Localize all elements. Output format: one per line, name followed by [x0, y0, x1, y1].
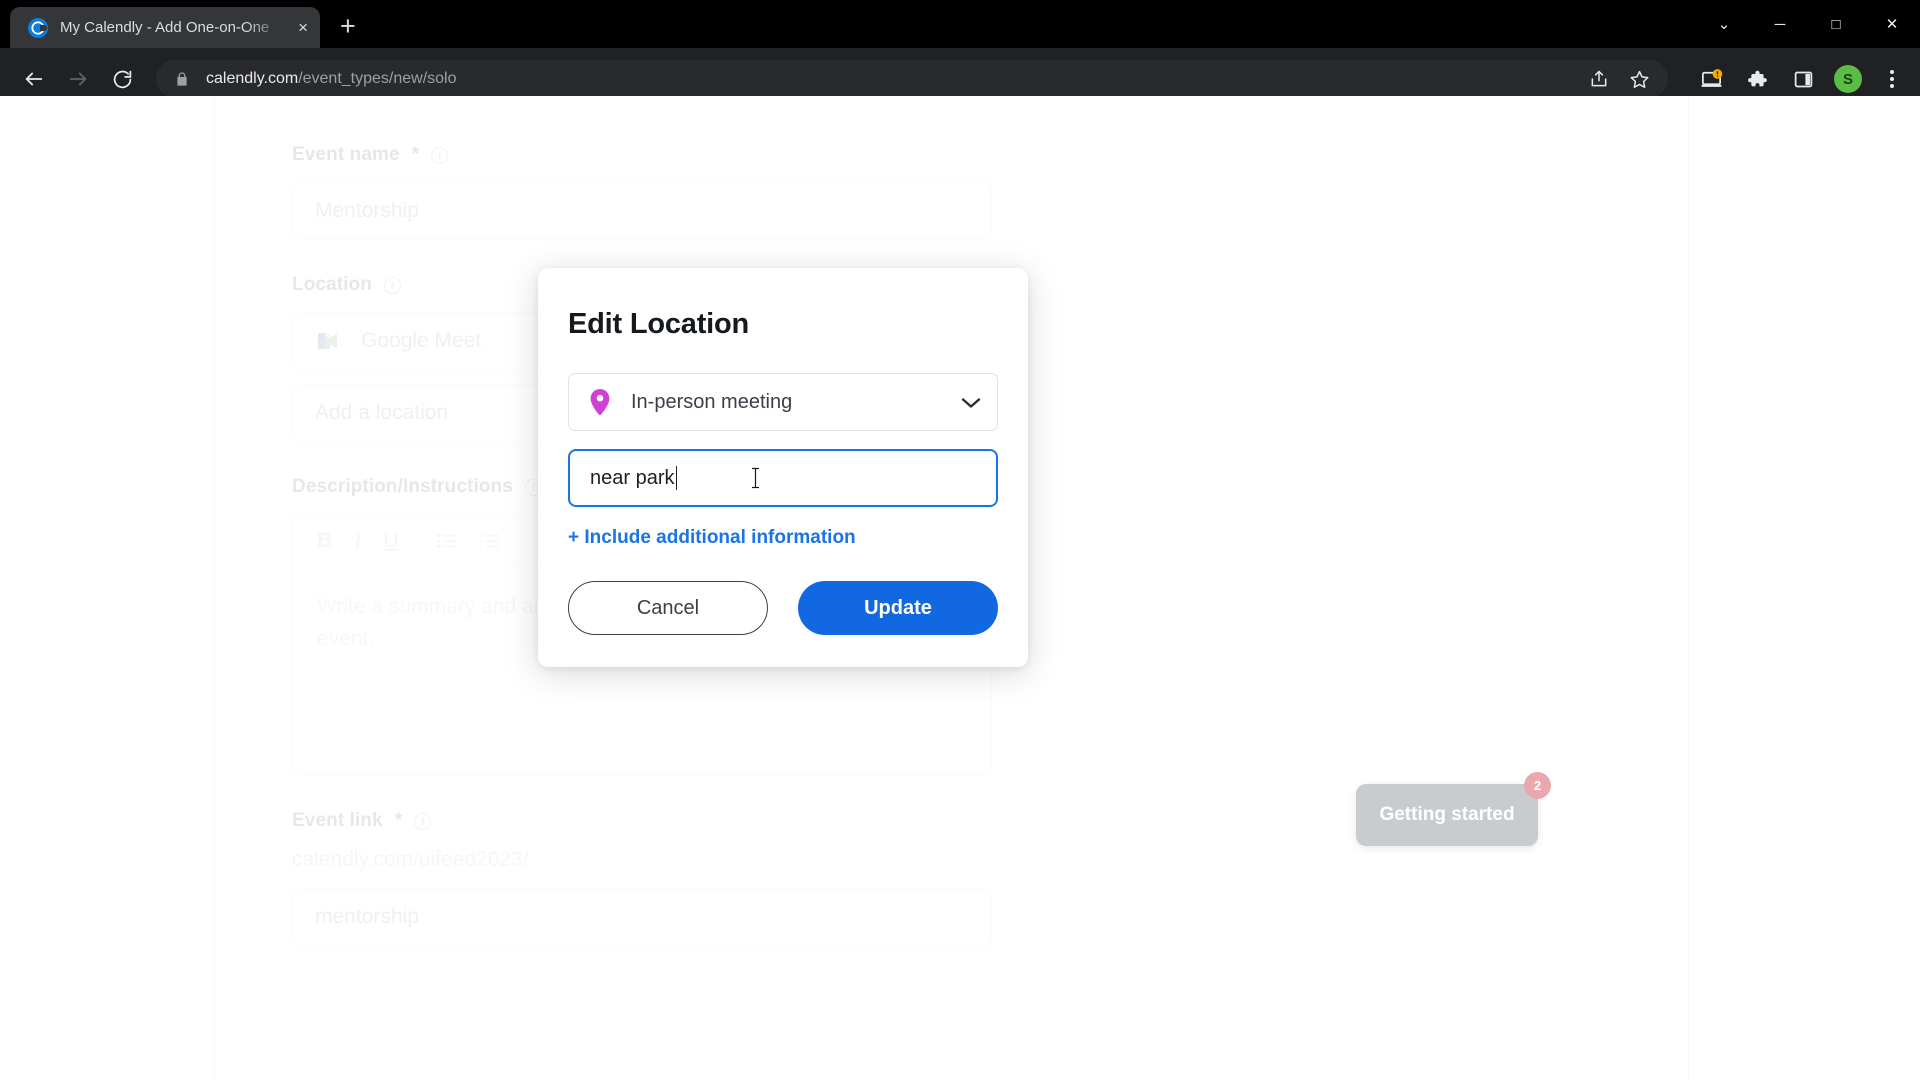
calendly-favicon-icon [28, 17, 48, 38]
omnibox-actions [1584, 64, 1662, 94]
browser-window: My Calendly - Add One-on-One × + ⌄ ─ □ ✕… [0, 0, 1920, 1080]
tab-strip: My Calendly - Add One-on-One × + ⌄ ─ □ ✕ [0, 0, 1920, 48]
kebab-menu-icon[interactable] [1878, 64, 1906, 94]
update-button[interactable]: Update [798, 581, 998, 635]
forward-icon [58, 59, 98, 99]
lock-icon [174, 71, 190, 87]
cancel-button[interactable]: Cancel [568, 581, 768, 635]
close-window-button[interactable]: ✕ [1864, 0, 1920, 48]
location-type-value: In-person meeting [631, 390, 793, 413]
update-laptop-icon[interactable] [1696, 64, 1726, 94]
location-type-select[interactable]: In-person meeting [568, 373, 998, 431]
url-text: calendly.com/event_types/new/solo [206, 70, 457, 88]
dialog-title: Edit Location [568, 308, 750, 340]
include-additional-information-link[interactable]: + Include additional information [568, 527, 998, 549]
bookmark-star-icon[interactable] [1624, 64, 1654, 94]
dialog-actions: Cancel Update [568, 581, 998, 635]
location-address-value: near park [590, 466, 675, 489]
maximize-button[interactable]: □ [1808, 0, 1864, 48]
share-icon[interactable] [1584, 64, 1614, 94]
page-viewport: Event name * i Mentorship Location i [0, 96, 1920, 1080]
avatar[interactable]: S [1834, 65, 1862, 93]
edit-location-dialog: Edit Location In-person meeting near par… [538, 268, 1028, 667]
browser-tab[interactable]: My Calendly - Add One-on-One × [10, 7, 320, 48]
status-badge: 2 [1524, 772, 1551, 799]
extension-icons: S [1682, 64, 1906, 94]
minimize-button[interactable]: ─ [1752, 0, 1808, 48]
window-controls: ⌄ ─ □ ✕ [1696, 0, 1920, 48]
mouse-cursor-ibeam [751, 467, 760, 489]
puzzle-extensions-icon[interactable] [1742, 64, 1772, 94]
location-address-input[interactable]: near park [568, 449, 998, 507]
url-path: /event_types/new/solo [298, 70, 457, 87]
close-icon[interactable]: × [298, 19, 308, 36]
url-domain: calendly.com [206, 70, 299, 87]
reload-icon[interactable] [102, 59, 142, 99]
back-icon[interactable] [14, 59, 54, 99]
map-pin-icon [589, 388, 611, 416]
side-panel-icon[interactable] [1788, 64, 1818, 94]
getting-started-widget: Getting started 2 [1356, 772, 1551, 846]
getting-started-button[interactable]: Getting started [1356, 784, 1538, 846]
chevron-down-icon [961, 396, 981, 408]
new-tab-button[interactable]: + [340, 13, 356, 40]
chevron-down-icon[interactable]: ⌄ [1696, 0, 1752, 48]
tab-title: My Calendly - Add One-on-One [60, 19, 270, 36]
address-bar[interactable]: calendly.com/event_types/new/solo [156, 60, 1668, 98]
text-caret [675, 466, 677, 490]
